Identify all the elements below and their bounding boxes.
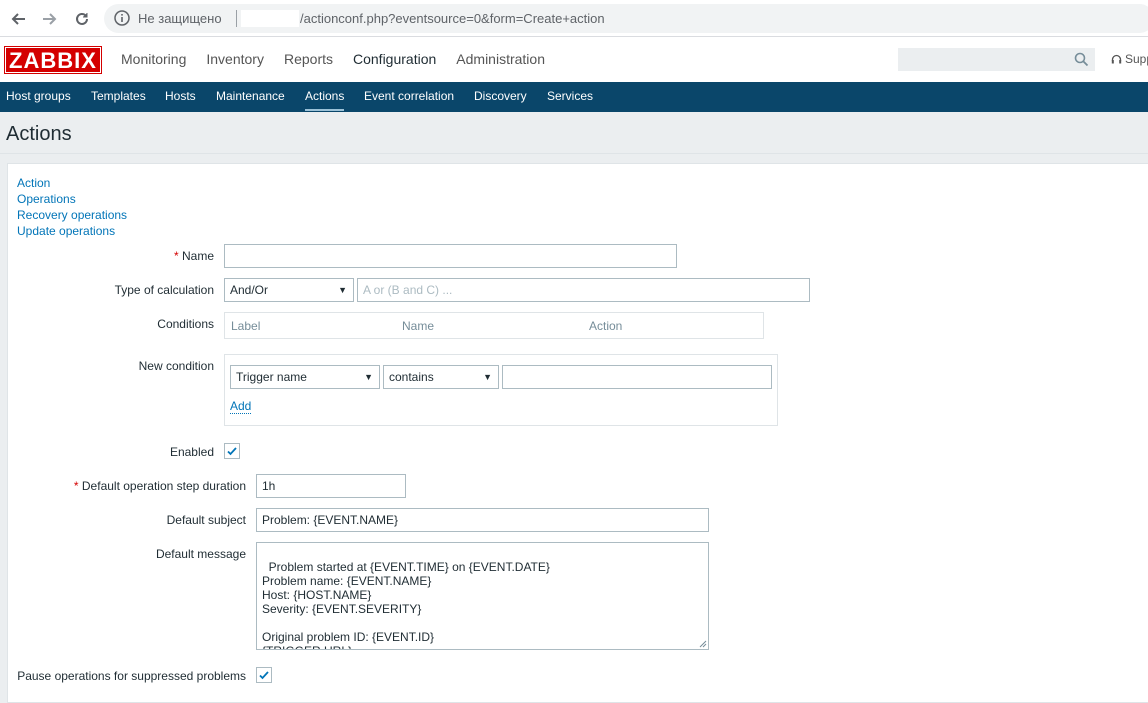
submenu-event-correlation[interactable]: Event correlation [364, 82, 454, 111]
condition-type-value: Trigger name [236, 370, 307, 384]
chevron-down-icon: ▼ [483, 372, 492, 382]
conditions-table: Label Name Action [224, 312, 764, 339]
security-status: Не защищено [138, 11, 222, 26]
browser-toolbar: Не защищено /actionconf.php?eventsource=… [0, 0, 1148, 37]
conditions-label: Conditions [157, 317, 214, 331]
step-duration-label: Default operation step duration [74, 479, 246, 493]
message-text: Problem started at {EVENT.TIME} on {EVEN… [262, 560, 550, 649]
arrow-right-icon [43, 13, 57, 25]
sub-menu: Host groups Templates Hosts Maintenance … [0, 82, 1148, 112]
search-input[interactable] [898, 48, 1095, 71]
menu-reports[interactable]: Reports [274, 37, 343, 82]
pause-label: Pause operations for suppressed problems [17, 669, 246, 683]
submenu-hosts[interactable]: Hosts [165, 82, 196, 111]
submenu-host-groups[interactable]: Host groups [6, 82, 71, 111]
enabled-label: Enabled [169, 445, 214, 459]
forward-button[interactable] [39, 8, 61, 30]
support-label: Supp [1125, 52, 1148, 66]
redacted-host [241, 10, 299, 27]
divider [0, 153, 1148, 154]
name-input[interactable] [224, 244, 677, 268]
tab-action[interactable]: Action [17, 176, 50, 190]
url-text: /actionconf.php?eventsource=0&form=Creat… [300, 11, 605, 26]
menu-inventory[interactable]: Inventory [196, 37, 274, 82]
submenu-actions[interactable]: Actions [305, 82, 345, 111]
column-label: Label [231, 319, 261, 333]
main-menu: Monitoring Inventory Reports Configurati… [111, 37, 555, 82]
message-label: Default message [155, 547, 246, 561]
condition-operator-select[interactable]: contains ▼ [383, 365, 499, 389]
calc-label: Type of calculation [114, 283, 214, 297]
resize-grip-icon[interactable] [698, 639, 707, 648]
info-icon[interactable] [114, 10, 130, 26]
step-duration-input[interactable]: 1h [256, 474, 406, 498]
enabled-checkbox[interactable] [224, 443, 240, 459]
menu-monitoring[interactable]: Monitoring [111, 37, 196, 82]
chevron-down-icon: ▼ [364, 372, 373, 382]
calc-type-select[interactable]: And/Or ▼ [224, 278, 354, 302]
back-button[interactable] [7, 8, 29, 30]
reload-icon [76, 12, 88, 25]
support-link[interactable]: Supp [1111, 52, 1148, 66]
zabbix-logo[interactable]: ZABBIX [4, 46, 102, 74]
submenu-templates[interactable]: Templates [91, 82, 146, 111]
checkmark-icon [227, 447, 237, 456]
divider [236, 10, 237, 27]
column-name: Name [402, 319, 435, 333]
condition-type-select[interactable]: Trigger name ▼ [230, 365, 380, 389]
message-textarea[interactable]: Problem started at {EVENT.TIME} on {EVEN… [256, 542, 709, 650]
submenu-services[interactable]: Services [547, 82, 593, 111]
condition-operator-value: contains [389, 370, 434, 384]
formula-input[interactable]: A or (B and C) ... [357, 278, 810, 302]
top-header: ZABBIX Monitoring Inventory Reports Conf… [0, 37, 1148, 82]
tab-update-operations[interactable]: Update operations [17, 224, 115, 238]
submenu-maintenance[interactable]: Maintenance [216, 82, 285, 111]
subject-label: Default subject [166, 513, 246, 527]
arrow-left-icon [11, 13, 25, 25]
calc-type-value: And/Or [230, 283, 269, 297]
name-label: Name [174, 249, 214, 263]
checkmark-icon [259, 671, 269, 680]
add-condition-link[interactable]: Add [230, 400, 252, 414]
menu-administration[interactable]: Administration [446, 37, 555, 82]
subject-input[interactable]: Problem: {EVENT.NAME} [256, 508, 709, 532]
pause-checkbox[interactable] [256, 667, 272, 683]
submenu-discovery[interactable]: Discovery [474, 82, 527, 111]
address-bar[interactable]: Не защищено /actionconf.php?eventsource=… [104, 4, 1148, 33]
menu-configuration[interactable]: Configuration [343, 37, 446, 82]
page-title: Actions [6, 123, 72, 145]
tab-recovery-operations[interactable]: Recovery operations [17, 208, 127, 222]
new-condition-label: New condition [138, 359, 214, 373]
search-icon[interactable] [1074, 52, 1089, 67]
headset-icon [1111, 54, 1122, 63]
column-action: Action [589, 319, 623, 333]
reload-button[interactable] [71, 8, 93, 30]
chevron-down-icon: ▼ [338, 285, 347, 295]
tab-operations[interactable]: Operations [17, 192, 76, 206]
condition-value-input[interactable] [502, 365, 772, 389]
